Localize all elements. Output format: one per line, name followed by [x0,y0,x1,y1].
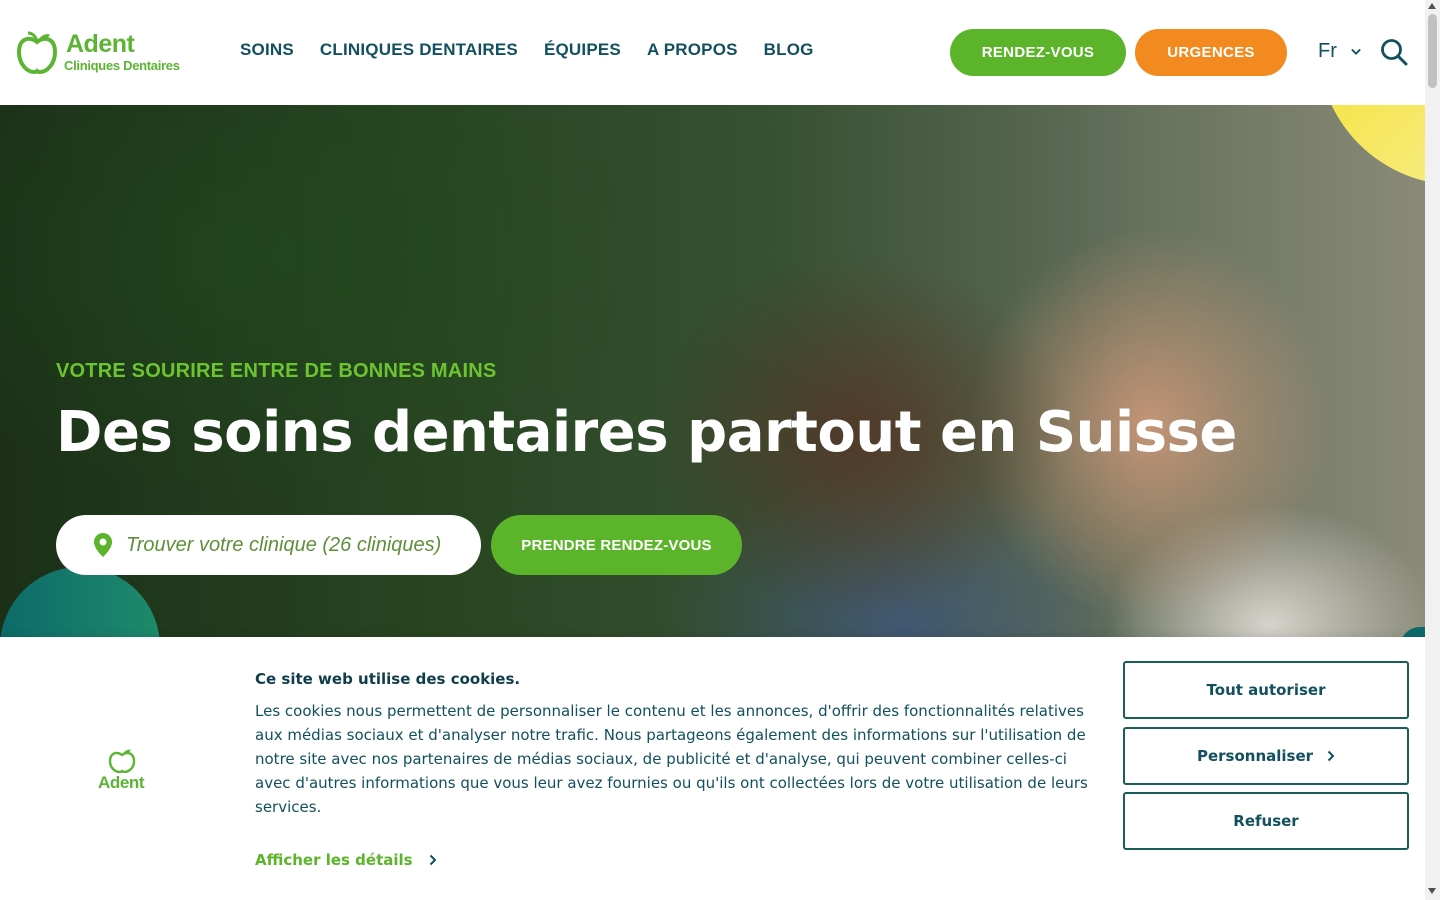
map-pin-icon [94,533,112,557]
show-details-link[interactable]: Afficher les détails [255,851,437,869]
allow-all-button[interactable]: Tout autoriser [1123,661,1409,719]
nav-item-soins[interactable]: SOINS [240,40,294,60]
customize-label: Personnaliser [1196,747,1314,765]
nav-item-blog[interactable]: BLOG [764,40,814,60]
customize-button[interactable]: Personnaliser [1123,727,1409,785]
search-icon[interactable] [1380,38,1408,66]
page-scrollbar[interactable] [1425,0,1440,900]
apple-logo-icon [16,31,58,74]
cookie-title: Ce site web utilise des cookies. [255,670,521,688]
rendez-vous-button[interactable]: RENDEZ-VOUS [950,29,1126,76]
show-details-label: Afficher les détails [255,851,413,869]
apple-logo-icon [108,749,136,773]
chevron-down-icon [1351,48,1361,55]
cookie-logo: Adent [98,747,148,795]
nav-item-equipes[interactable]: ÉQUIPES [544,40,621,60]
hero-section: VOTRE SOURIRE ENTRE DE BONNES MAINS Des … [0,105,1425,637]
scrollbar-thumb[interactable] [1428,14,1437,88]
clinic-finder-button[interactable]: Trouver votre clinique (26 cliniques) [56,515,481,575]
clinic-finder-label: Trouver votre clinique (26 cliniques) [126,533,442,556]
chevron-right-icon [429,854,437,866]
cookie-logo-text: Adent [98,773,145,792]
main-nav: SOINS CLINIQUES DENTAIRES ÉQUIPES A PROP… [240,40,840,60]
language-label: Fr [1318,40,1337,62]
hero-headline: Des soins dentaires partout en Suisse [56,400,1237,465]
hero-kicker: VOTRE SOURIRE ENTRE DE BONNES MAINS [56,360,497,382]
brand-tagline: Cliniques Dentaires [64,58,180,73]
cookie-body: Les cookies nous permettent de personnal… [255,702,1088,816]
language-selector[interactable]: Fr [1318,40,1361,63]
brand-logo[interactable]: Adent Cliniques Dentaires [16,28,186,76]
scroll-down-arrow-icon[interactable] [1428,888,1436,894]
chevron-right-icon [1327,750,1335,762]
refuse-button[interactable]: Refuser [1123,792,1409,850]
book-appointment-button[interactable]: PRENDRE RENDEZ-VOUS [491,515,742,575]
nav-item-a-propos[interactable]: A PROPOS [647,40,738,60]
urgences-button[interactable]: URGENCES [1135,29,1287,76]
site-header: Adent Cliniques Dentaires SOINS CLINIQUE… [0,0,1425,105]
scroll-up-arrow-icon[interactable] [1428,3,1436,9]
cookie-banner: Adent Ce site web utilise des cookies. L… [0,637,1425,900]
nav-item-cliniques[interactable]: CLINIQUES DENTAIRES [320,40,518,60]
brand-name: Adent [66,30,135,58]
